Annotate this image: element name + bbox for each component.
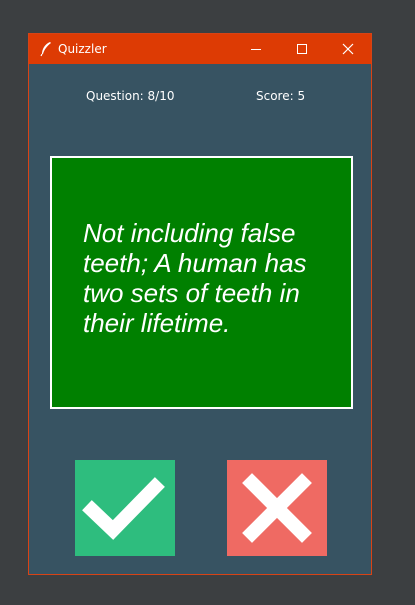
false-button[interactable] [227, 460, 327, 556]
question-counter: Question: 8/10 [86, 89, 175, 103]
true-button[interactable] [75, 460, 175, 556]
window-title: Quizzler [58, 42, 107, 56]
question-card: Not including false teeth; A human has t… [50, 156, 353, 409]
app-window: Quizzler Question: 8/10 Score: 5 Not inc… [28, 33, 372, 575]
checkmark-icon [82, 477, 165, 540]
title-bar[interactable]: Quizzler [29, 34, 371, 64]
feather-icon [39, 41, 53, 57]
close-button[interactable] [325, 34, 371, 64]
minimize-icon [251, 49, 261, 50]
score-label: Score: 5 [256, 89, 306, 103]
maximize-button[interactable] [279, 34, 325, 64]
cross-icon [242, 473, 312, 543]
question-text: Not including false teeth; A human has t… [83, 218, 307, 338]
minimize-button[interactable] [233, 34, 279, 64]
close-icon [342, 43, 354, 55]
maximize-icon [297, 44, 307, 54]
